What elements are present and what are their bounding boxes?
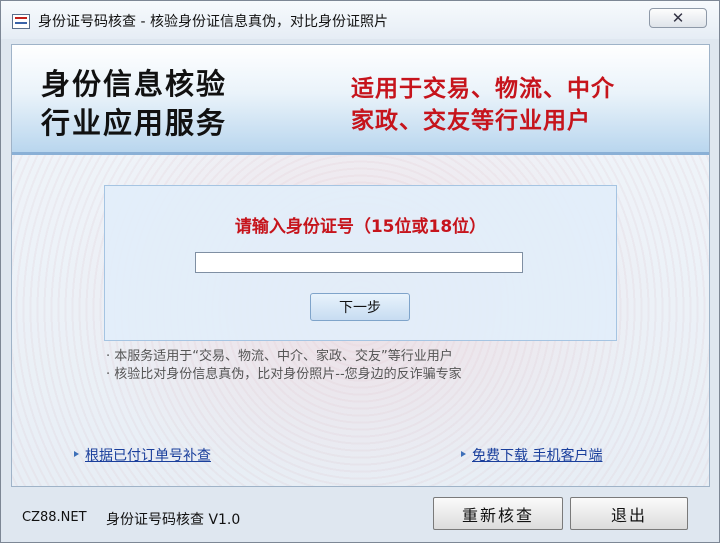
exit-button[interactable]: 退出 [570, 497, 688, 530]
download-app-link[interactable]: 免费下载 手机客户端 [472, 445, 602, 465]
next-step-button[interactable]: 下一步 [310, 293, 410, 321]
service-note: · 本服务适用于“交易、物流、中介、家政、交友”等行业用户 [106, 349, 453, 364]
arrow-right-icon [74, 451, 79, 457]
banner-tagline-line1: 适用于交易、物流、中介 [351, 76, 615, 102]
recheck-button[interactable]: 重新核查 [433, 497, 563, 530]
id-card-icon [12, 14, 30, 29]
banner-title-line2: 行业应用服务 [41, 106, 228, 140]
client-area: 身份信息核验 行业应用服务 适用于交易、物流、中介 家政、交友等行业用户 请输入… [11, 44, 710, 487]
banner-title-line1: 身份信息核验 [41, 67, 228, 101]
id-prompt: 请输入身份证号（15位或18位） [234, 217, 487, 237]
footer-version: 身份证号码核查 V1.0 [106, 512, 241, 528]
banner-tagline-line2: 家政、交友等行业用户 [351, 108, 591, 134]
service-note: · 核验比对身份信息真伪，比对身份照片--您身边的反诈骗专家 [106, 367, 462, 382]
title-bar[interactable]: 身份证号码核查 - 核验身份证信息真伪，对比身份证照片 ✕ [1, 1, 719, 39]
app-window: 身份证号码核查 - 核验身份证信息真伪，对比身份证照片 ✕ 身份信息核验 行业应… [0, 0, 720, 543]
close-button[interactable]: ✕ [649, 8, 707, 28]
id-input-panel: 请输入身份证号（15位或18位） 下一步 [104, 185, 617, 341]
header-banner: 身份信息核验 行业应用服务 适用于交易、物流、中介 家政、交友等行业用户 [12, 45, 709, 155]
reorder-lookup-link[interactable]: 根据已付订单号补查 [85, 445, 211, 465]
id-number-input[interactable] [195, 252, 523, 273]
footer-brand: CZ88.NET [22, 510, 87, 525]
window-title: 身份证号码核查 - 核验身份证信息真伪，对比身份证照片 [38, 14, 388, 30]
arrow-right-icon [461, 451, 466, 457]
